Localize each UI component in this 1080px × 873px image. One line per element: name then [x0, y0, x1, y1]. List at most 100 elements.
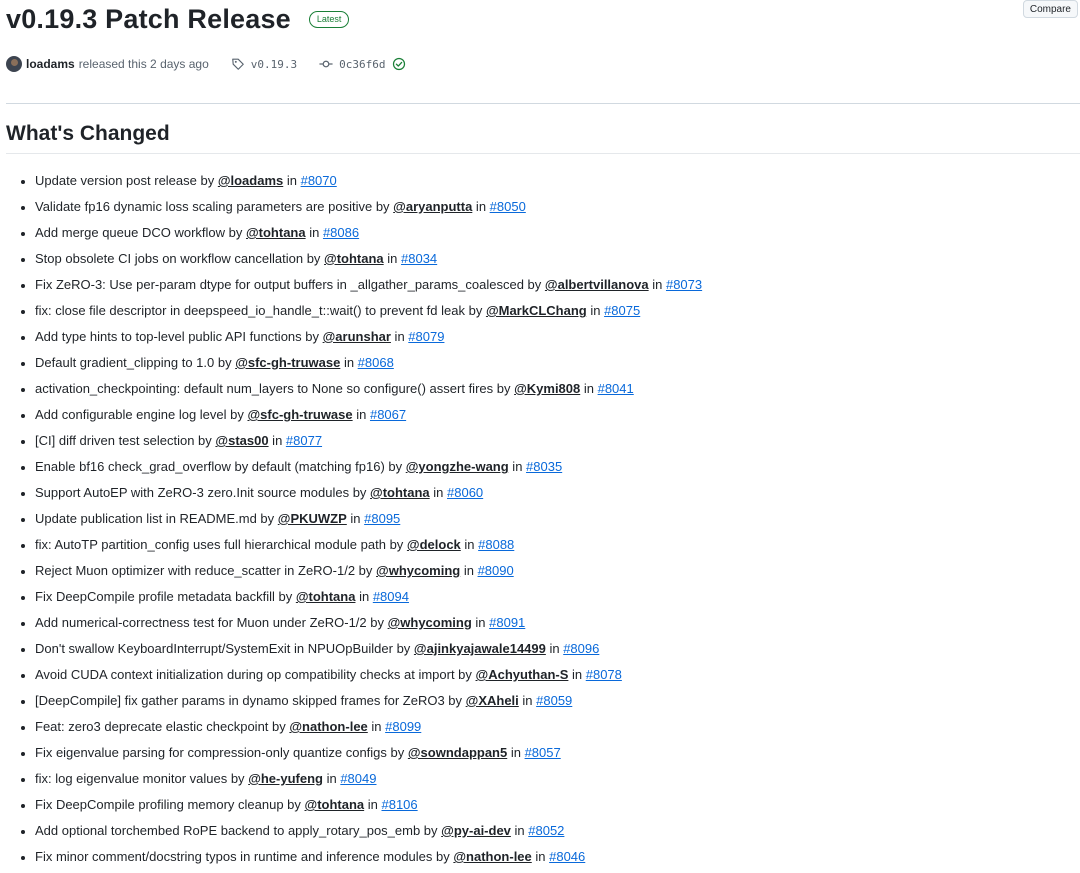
user-mention-link[interactable]: @stas00: [215, 433, 268, 448]
user-mention-link[interactable]: @delock: [407, 537, 461, 552]
user-mention-link[interactable]: @sowndappan5: [408, 745, 507, 760]
tag-link[interactable]: v0.19.3: [231, 57, 297, 71]
list-item: Fix DeepCompile profiling memory cleanup…: [20, 793, 702, 819]
change-text: Fix ZeRO-3: Use per-param dtype for outp…: [35, 277, 545, 292]
user-mention-link[interactable]: @ajinkyajawale14499: [414, 641, 546, 656]
list-item: Enable bf16 check_grad_overflow by defau…: [20, 455, 702, 481]
pull-request-link[interactable]: #8059: [536, 693, 572, 708]
compare-button[interactable]: Compare: [1022, 0, 1078, 18]
user-mention-link[interactable]: @tohtana: [324, 251, 384, 266]
list-item: fix: log eigenvalue monitor values by @h…: [20, 767, 702, 793]
pull-request-link[interactable]: #8079: [408, 329, 444, 344]
user-mention-link[interactable]: @aryanputta: [393, 199, 472, 214]
avatar[interactable]: [6, 56, 22, 72]
user-mention-link[interactable]: @loadams: [218, 173, 283, 188]
pull-request-link[interactable]: #8052: [528, 823, 564, 838]
verified-check-icon[interactable]: [392, 57, 406, 71]
title-row: v0.19.3 Patch Release Latest: [6, 0, 1080, 38]
list-item: Reject Muon optimizer with reduce_scatte…: [20, 559, 702, 585]
pull-request-link[interactable]: #8106: [381, 797, 417, 812]
section-title: What's Changed: [6, 122, 170, 145]
change-text: Add merge queue DCO workflow by: [35, 225, 246, 240]
pull-request-link[interactable]: #8067: [370, 407, 406, 422]
list-item: Fix minor comment/docstring typos in run…: [20, 845, 702, 871]
change-text: fix: log eigenvalue monitor values by: [35, 771, 249, 786]
user-mention-link[interactable]: @whycoming: [376, 563, 460, 578]
pull-request-link[interactable]: #8068: [358, 355, 394, 370]
pull-request-link[interactable]: #8090: [478, 563, 514, 578]
latest-badge: Latest: [308, 10, 350, 28]
list-item: Add configurable engine log level by @sf…: [20, 403, 702, 429]
user-mention-link[interactable]: @nathon-lee: [453, 849, 531, 864]
user-mention-link[interactable]: @tohtana: [246, 225, 306, 240]
change-text: Update publication list in README.md by: [35, 511, 278, 526]
user-mention-link[interactable]: @py-ai-dev: [441, 823, 511, 838]
pull-request-link[interactable]: #8046: [549, 849, 585, 864]
pull-request-link[interactable]: #8041: [598, 381, 634, 396]
user-mention-link[interactable]: @sfc-gh-truwase: [247, 407, 352, 422]
user-mention-link[interactable]: @sfc-gh-truwase: [235, 355, 340, 370]
pull-request-link[interactable]: #8096: [563, 641, 599, 656]
change-text: Add numerical-correctness test for Muon …: [35, 615, 388, 630]
release-meta: loadams released this 2 days ago v0.19.3…: [6, 52, 1080, 76]
in-connector: in: [510, 823, 529, 838]
pull-request-link[interactable]: #8057: [525, 745, 561, 760]
list-item: Validate fp16 dynamic loss scaling param…: [20, 195, 702, 221]
change-text: fix: close file descriptor in deepspeed_…: [35, 303, 486, 318]
release-title[interactable]: v0.19.3 Patch Release: [6, 0, 291, 38]
user-mention-link[interactable]: @PKUWZP: [278, 511, 347, 526]
user-mention-link[interactable]: @he-yufeng: [248, 771, 323, 786]
user-mention-link[interactable]: @whycoming: [388, 615, 472, 630]
commit-icon: [319, 60, 333, 68]
pull-request-link[interactable]: #8073: [666, 277, 702, 292]
change-text: Enable bf16 check_grad_overflow by defau…: [35, 459, 406, 474]
author-link[interactable]: loadams: [26, 57, 75, 71]
pull-request-link[interactable]: #8070: [301, 173, 337, 188]
pull-request-link[interactable]: #8086: [323, 225, 359, 240]
change-text: activation_checkpointing: default num_la…: [35, 381, 515, 396]
pull-request-link[interactable]: #8099: [385, 719, 421, 734]
pull-request-link[interactable]: #8050: [490, 199, 526, 214]
change-text: Feat: zero3 deprecate elastic checkpoint…: [35, 719, 290, 734]
change-text: Update version post release by: [35, 173, 218, 188]
pull-request-link[interactable]: #8094: [373, 589, 409, 604]
user-mention-link[interactable]: @yongzhe-wang: [406, 459, 509, 474]
user-mention-link[interactable]: @MarkCLChang: [486, 303, 587, 318]
list-item: fix: close file descriptor in deepspeed_…: [20, 299, 702, 325]
user-mention-link[interactable]: @tohtana: [296, 589, 356, 604]
pull-request-link[interactable]: #8078: [586, 667, 622, 682]
pull-request-link[interactable]: #8077: [286, 433, 322, 448]
pull-request-link[interactable]: #8035: [526, 459, 562, 474]
user-mention-link[interactable]: @tohtana: [370, 485, 430, 500]
list-item: Update version post release by @loadams …: [20, 169, 702, 195]
change-text: Stop obsolete CI jobs on workflow cancel…: [35, 251, 325, 266]
pull-request-link[interactable]: #8049: [340, 771, 376, 786]
released-text: released this 2 days ago: [78, 57, 209, 71]
section-divider: [6, 153, 1080, 154]
in-connector: in: [268, 433, 286, 448]
list-item: activation_checkpointing: default num_la…: [20, 377, 702, 403]
commit-link[interactable]: 0c36f6d: [319, 57, 411, 71]
in-connector: in: [322, 771, 341, 786]
user-mention-link[interactable]: @arunshar: [323, 329, 391, 344]
change-text: Avoid CUDA context initialization during…: [35, 667, 476, 682]
pull-request-link[interactable]: #8060: [447, 485, 483, 500]
change-text: Fix minor comment/docstring typos in run…: [35, 849, 454, 864]
in-connector: in: [471, 615, 490, 630]
list-item: Fix ZeRO-3: Use per-param dtype for outp…: [20, 273, 702, 299]
pull-request-link[interactable]: #8034: [401, 251, 437, 266]
pull-request-link[interactable]: #8075: [604, 303, 640, 318]
pull-request-link[interactable]: #8095: [364, 511, 400, 526]
user-mention-link[interactable]: @albertvillanova: [545, 277, 649, 292]
user-mention-link[interactable]: @nathon-lee: [289, 719, 367, 734]
in-connector: in: [508, 459, 527, 474]
in-connector: in: [472, 199, 490, 214]
user-mention-link[interactable]: @Achyuthan-S: [476, 667, 569, 682]
user-mention-link[interactable]: @XAheli: [466, 693, 519, 708]
pull-request-link[interactable]: #8091: [489, 615, 525, 630]
pull-request-link[interactable]: #8088: [478, 537, 514, 552]
user-mention-link[interactable]: @tohtana: [305, 797, 365, 812]
list-item: [DeepCompile] fix gather params in dynam…: [20, 689, 702, 715]
list-item: Feat: zero3 deprecate elastic checkpoint…: [20, 715, 702, 741]
user-mention-link[interactable]: @Kymi808: [514, 381, 580, 396]
